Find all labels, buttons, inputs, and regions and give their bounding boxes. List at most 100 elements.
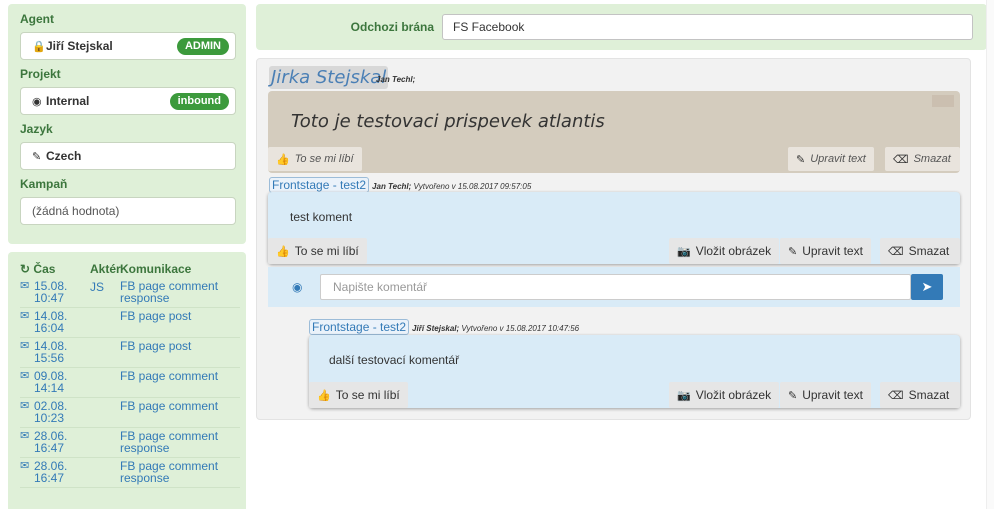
refresh-icon[interactable]: ↻ xyxy=(20,262,30,276)
scrollbar[interactable] xyxy=(986,0,994,509)
history-row[interactable]: ✉ 14.08. 16:04 FB page post xyxy=(20,308,240,338)
eraser-icon: ⌫ xyxy=(888,389,904,402)
comment2-card: další testovací komentář 👍 To se mi líbí… xyxy=(309,335,960,408)
history-row[interactable]: ✉ 15.08. 10:47 JS FB page comment response xyxy=(20,278,240,308)
history-list: ✉ 15.08. 10:47 JS FB page comment response ✉ 1… xyxy=(20,278,240,488)
thumbs-up-icon: 👍 xyxy=(276,153,290,166)
history-communication[interactable]: FB page comment response xyxy=(120,280,240,304)
history-time[interactable]: ✉ 15.08. 10:47 xyxy=(20,280,88,304)
history-header: ↻ Čas Aktér Komunikace xyxy=(20,260,240,278)
comment1-card: test koment 👍 To se mi líbí 📷 Vložit obr… xyxy=(268,192,960,264)
post-text: Toto je testovaci prispevek atlantis xyxy=(291,111,605,132)
history-time[interactable]: ✉ 02.08. 10:23 xyxy=(20,400,88,424)
send-button[interactable]: ➤ xyxy=(911,274,943,300)
post-like-button[interactable]: 👍 To se mi líbí xyxy=(268,147,362,171)
comment1-edit-button[interactable]: ✎ Upravit text xyxy=(780,238,871,264)
post-edit-button[interactable]: ✎ Upravit text xyxy=(788,147,874,171)
outgoing-gate-label: Odchozi brána xyxy=(350,20,434,34)
history-row[interactable]: ✉ 02.08. 10:23 FB page comment xyxy=(20,398,240,428)
edit-icon: ✎ xyxy=(788,245,798,258)
history-panel: ↻ Čas Aktér Komunikace ✉ 15.08. 10:47 JS FB … xyxy=(8,252,246,509)
eraser-icon: ⌫ xyxy=(893,153,909,166)
comment1-delete-button[interactable]: ⌫ Smazat xyxy=(880,238,960,264)
language-name: Czech xyxy=(46,149,82,163)
post-author[interactable]: Jirka Stejskal xyxy=(269,66,389,89)
outgoing-gate-input[interactable]: FS Facebook xyxy=(442,14,973,40)
comment1-meta: Jan Techl; Vytvořeno v 15.08.2017 09:57:… xyxy=(372,182,532,191)
comment2-edit-button[interactable]: ✎ Upravit text xyxy=(780,382,871,408)
history-communication[interactable]: FB page comment response xyxy=(120,460,240,484)
reply-bar: ◉ Napište komentář ➤ xyxy=(268,267,960,307)
lock-icon: 🔒 xyxy=(32,40,46,53)
history-time[interactable]: ✉ 28.06. 16:47 xyxy=(20,430,88,454)
project-label: Projekt xyxy=(20,67,61,81)
post-meta: Jan Techl; xyxy=(376,75,416,84)
agent-label: Agent xyxy=(20,12,54,26)
edit-icon: ✎ xyxy=(796,153,806,166)
history-actor xyxy=(88,430,120,454)
history-actor xyxy=(88,340,120,364)
history-communication[interactable]: FB page comment xyxy=(120,400,240,424)
camera-icon[interactable]: ◉ xyxy=(292,280,316,294)
project-direction-badge: inbound xyxy=(169,92,229,110)
envelope-icon: ✉ xyxy=(20,280,30,292)
history-actor xyxy=(88,460,120,484)
history-row[interactable]: ✉ 28.06. 16:47 FB page comment response xyxy=(20,458,240,488)
envelope-icon: ✉ xyxy=(20,370,30,382)
post-corner-marker xyxy=(932,95,954,107)
history-actor xyxy=(88,400,120,424)
agent-role-badge: ADMIN xyxy=(176,37,229,55)
history-actor xyxy=(88,310,120,334)
comment2-delete-button[interactable]: ⌫ Smazat xyxy=(880,382,960,408)
agent-name: Jiří Stejskal xyxy=(46,39,113,53)
edit-icon: ✎ xyxy=(788,389,798,402)
post-card: Toto je testovaci prispevek atlantis 👍 T… xyxy=(268,91,960,173)
send-icon: ➤ xyxy=(921,279,933,294)
history-row[interactable]: ✉ 28.06. 16:47 FB page comment response xyxy=(20,428,240,458)
reply-input[interactable]: Napište komentář xyxy=(320,274,911,300)
eraser-icon: ⌫ xyxy=(888,245,904,258)
campaign-value: (žádná hodnota) xyxy=(32,204,120,218)
history-comm-header: Komunikace xyxy=(120,262,192,276)
post-feed: Jirka Stejskal Jan Techl; Toto je testov… xyxy=(256,58,971,420)
cube-icon: ◉ xyxy=(32,95,42,108)
history-communication[interactable]: FB page comment xyxy=(120,370,240,394)
history-row[interactable]: ✉ 14.08. 15:56 FB page post xyxy=(20,338,240,368)
comment2-image-button[interactable]: 📷 Vložit obrázek xyxy=(669,382,780,408)
history-time[interactable]: ✉ 14.08. 15:56 xyxy=(20,340,88,364)
comment2-meta: Jiří Stejskal; Vytvořeno v 15.08.2017 10… xyxy=(412,324,580,333)
history-time-header[interactable]: ↻ Čas xyxy=(20,262,90,276)
campaign-field[interactable]: (žádná hodnota) xyxy=(20,197,236,225)
history-actor xyxy=(88,370,120,394)
campaign-label: Kampaň xyxy=(20,177,68,191)
comment1-header: Frontstage - test2 Jan Techl; Vytvořeno v… xyxy=(269,177,532,193)
camera-icon: 📷 xyxy=(677,389,691,402)
envelope-icon: ✉ xyxy=(20,310,30,322)
language-icon: ✎ xyxy=(32,150,42,163)
project-name: Internal xyxy=(46,94,90,108)
history-row[interactable]: ✉ 09.08. 14:14 FB page comment xyxy=(20,368,240,398)
agent-field[interactable]: 🔒 Jiří Stejskal ADMIN xyxy=(20,32,236,60)
history-communication[interactable]: FB page post xyxy=(120,310,240,334)
envelope-icon: ✉ xyxy=(20,430,30,442)
history-communication[interactable]: FB page post xyxy=(120,340,240,364)
comment1-source[interactable]: Frontstage - test2 xyxy=(269,177,370,193)
history-time[interactable]: ✉ 14.08. 16:04 xyxy=(20,310,88,334)
comment2-header: Frontstage - test2 Jiří Stejskal; Vytvoře… xyxy=(309,319,580,335)
history-time[interactable]: ✉ 28.06. 16:47 xyxy=(20,460,88,484)
comment1-image-button[interactable]: 📷 Vložit obrázek xyxy=(669,238,780,264)
history-actor-header: Aktér xyxy=(90,262,121,276)
project-field[interactable]: ◉ Internal inbound xyxy=(20,87,236,115)
post-delete-button[interactable]: ⌫ Smazat xyxy=(885,147,960,171)
history-communication[interactable]: FB page comment response xyxy=(120,430,240,454)
comment2-like-button[interactable]: 👍 To se mi líbí xyxy=(309,382,408,408)
comment1-text: test koment xyxy=(290,210,353,224)
envelope-icon: ✉ xyxy=(20,340,30,352)
envelope-icon: ✉ xyxy=(20,460,30,472)
history-time[interactable]: ✉ 09.08. 14:14 xyxy=(20,370,88,394)
language-field[interactable]: ✎ Czech xyxy=(20,142,236,170)
comment1-like-button[interactable]: 👍 To se mi líbí xyxy=(268,238,367,264)
comment2-source[interactable]: Frontstage - test2 xyxy=(309,319,410,335)
thumbs-up-icon: 👍 xyxy=(276,245,290,258)
camera-icon: 📷 xyxy=(677,245,691,258)
